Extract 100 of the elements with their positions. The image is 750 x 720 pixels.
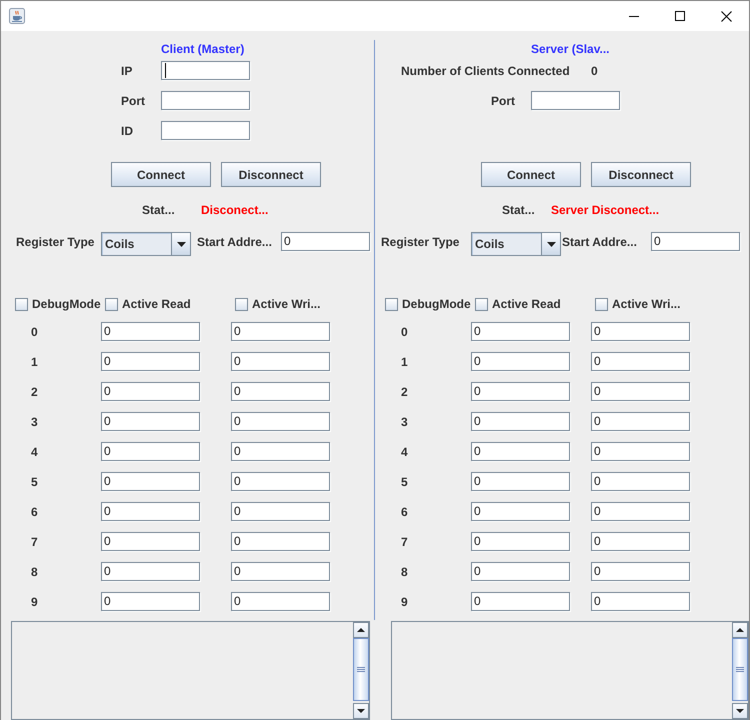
row-number: 2 [31,384,38,398]
scroll-up-button[interactable] [732,622,748,638]
row-number: 9 [31,594,38,608]
text-field[interactable] [161,91,250,110]
action-button[interactable]: Connect [111,162,211,187]
checkbox-label[interactable]: Active Wri... [612,297,680,311]
scroll-down-button[interactable] [353,703,369,719]
read-value-field[interactable]: 0 [471,382,570,401]
checkbox[interactable] [105,298,118,310]
action-button[interactable]: Disconnect [221,162,321,187]
write-value-field[interactable]: 0 [591,472,690,491]
write-value-field[interactable]: 0 [591,442,690,461]
checkbox-label[interactable]: Active Read [122,297,191,311]
scrollbar[interactable] [353,622,369,719]
read-value-field[interactable]: 0 [101,562,200,581]
read-value-field[interactable]: 0 [471,322,570,341]
write-value-field[interactable]: 0 [591,562,690,581]
field-label: ID [121,124,133,138]
read-value-field[interactable]: 0 [471,412,570,431]
read-value-field[interactable]: 0 [101,442,200,461]
status-label: Stat... [142,203,175,217]
checkbox[interactable] [595,298,608,310]
up-arrow-icon [357,628,365,632]
row-number: 3 [401,414,408,428]
row-number: 1 [31,354,38,368]
read-value-field[interactable]: 0 [101,502,200,521]
write-value-field[interactable]: 0 [231,442,330,461]
action-button[interactable]: Disconnect [591,162,691,187]
read-value-field[interactable]: 0 [471,532,570,551]
register-type-dropdown[interactable]: Coils [101,232,191,256]
text-field[interactable] [161,121,250,140]
row-number: 8 [401,564,408,578]
caret-down-icon [541,233,560,255]
read-value-field[interactable]: 0 [101,352,200,371]
checkbox-label[interactable]: Active Wri... [252,297,320,311]
write-value-field[interactable]: 0 [591,382,690,401]
write-value-field[interactable]: 0 [231,322,330,341]
panel-heading: Client (Master) [161,42,244,56]
read-value-field[interactable]: 0 [101,382,200,401]
write-value-field[interactable]: 0 [591,352,690,371]
scroll-up-button[interactable] [353,622,369,638]
checkbox[interactable] [235,298,248,310]
start-address-label: Start Addre... [562,234,637,251]
read-value-field[interactable]: 0 [471,592,570,611]
row-number: 5 [31,474,38,488]
close-icon [720,10,732,22]
read-value-field[interactable]: 0 [101,322,200,341]
register-type-dropdown[interactable]: Coils [471,232,561,256]
row-number: 1 [401,354,408,368]
checkbox-label[interactable]: DebugMode [402,297,471,311]
status-value: Server Disconect... [551,203,660,217]
row-number: 7 [401,534,408,548]
status-value: Disconect... [201,203,268,217]
read-value-field[interactable]: 0 [471,562,570,581]
read-value-field[interactable]: 0 [471,502,570,521]
read-value-field[interactable]: 0 [471,352,570,371]
write-value-field[interactable]: 0 [231,592,330,611]
checkbox[interactable] [15,298,28,310]
row-number: 0 [401,324,408,338]
scroll-down-button[interactable] [732,703,748,719]
write-value-field[interactable]: 0 [231,472,330,491]
grip-lines-icon [736,667,744,672]
start-address-field[interactable]: 0 [651,232,740,251]
info-value: 0 [591,64,598,78]
checkbox-label[interactable]: DebugMode [32,297,101,311]
write-value-field[interactable]: 0 [231,502,330,521]
caret-down-icon [171,233,190,255]
down-arrow-icon [736,709,744,713]
scrollbar-thumb[interactable] [353,638,369,701]
write-value-field[interactable]: 0 [231,562,330,581]
down-arrow-icon [357,709,365,713]
scrollbar[interactable] [732,622,748,719]
read-value-field[interactable]: 0 [101,592,200,611]
checkbox-label[interactable]: Active Read [492,297,561,311]
write-value-field[interactable]: 0 [591,532,690,551]
scrollbar-thumb[interactable] [732,638,748,701]
read-value-field[interactable]: 0 [101,472,200,491]
write-value-field[interactable]: 0 [591,592,690,611]
text-field[interactable] [161,61,250,80]
row-number: 0 [31,324,38,338]
read-value-field[interactable]: 0 [101,412,200,431]
read-value-field[interactable]: 0 [101,532,200,551]
coffee-cup-icon [9,8,25,24]
row-number: 4 [31,444,38,458]
checkbox[interactable] [385,298,398,310]
write-value-field[interactable]: 0 [591,412,690,431]
write-value-field[interactable]: 0 [591,322,690,341]
start-address-field[interactable]: 0 [281,232,370,251]
write-value-field[interactable]: 0 [231,532,330,551]
write-value-field[interactable]: 0 [231,352,330,371]
read-value-field[interactable]: 0 [471,472,570,491]
checkbox[interactable] [475,298,488,310]
write-value-field[interactable]: 0 [231,382,330,401]
register-type-label: Register Type [381,234,460,251]
write-value-field[interactable]: 0 [231,412,330,431]
info-label: Number of Clients Connected [401,64,570,78]
action-button[interactable]: Connect [481,162,581,187]
read-value-field[interactable]: 0 [471,442,570,461]
text-field[interactable] [531,91,620,110]
write-value-field[interactable]: 0 [591,502,690,521]
